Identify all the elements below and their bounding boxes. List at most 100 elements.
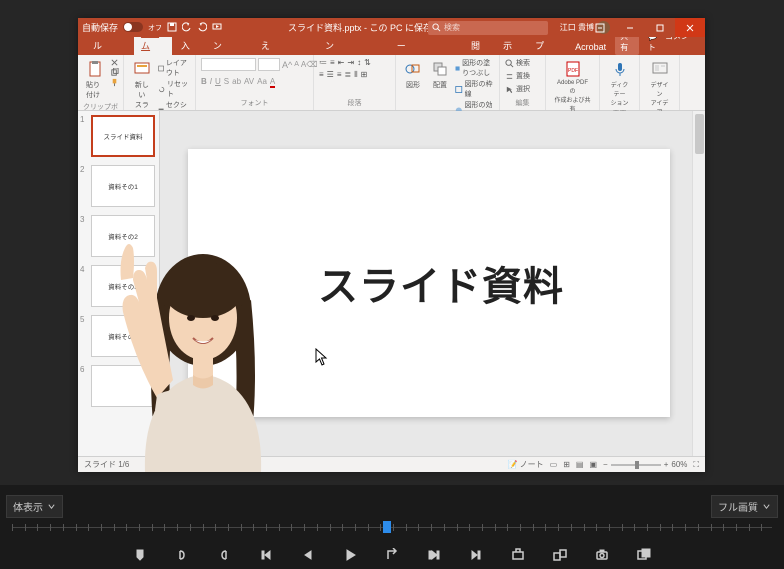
dictate-button[interactable]: ディクテー ション bbox=[605, 58, 634, 109]
document-title: スライド資料.pptx - この PC に保存済み bbox=[288, 21, 450, 34]
view-sorter-button[interactable]: ⊞ bbox=[563, 460, 570, 469]
scrollbar-thumb[interactable] bbox=[695, 114, 704, 154]
maximize-button[interactable] bbox=[645, 18, 675, 37]
step-back-button[interactable] bbox=[300, 547, 316, 563]
thumbnail-1[interactable]: 1スライド資料 bbox=[78, 111, 159, 161]
design-ideas-button[interactable]: デザイン アイデア bbox=[645, 58, 674, 118]
view-reading-button[interactable]: ▤ bbox=[576, 460, 584, 469]
paste-button[interactable]: 貼り付け bbox=[83, 58, 107, 102]
right-dropdown[interactable]: フル画質 bbox=[711, 495, 778, 518]
case-button[interactable]: Aa bbox=[257, 77, 267, 88]
view-slideshow-button[interactable]: ▣ bbox=[589, 460, 597, 469]
underline-button[interactable]: U bbox=[215, 77, 221, 88]
ribbon-options-button[interactable] bbox=[585, 18, 615, 37]
align-center-button[interactable]: ☰ bbox=[327, 70, 334, 80]
export-frame-button[interactable] bbox=[594, 547, 610, 563]
insert-button[interactable] bbox=[510, 547, 526, 563]
status-bar: スライド 1/6 日本語 📝 ノート ▭ ⊞ ▤ ▣ −+60% ⛶ bbox=[78, 456, 705, 472]
language-status[interactable]: 日本語 bbox=[137, 459, 161, 470]
create-pdf-button[interactable]: PDFAdobe PDF の 作成および共有 bbox=[551, 58, 594, 115]
find-button[interactable]: 検索 bbox=[505, 58, 530, 68]
thumbnail-4[interactable]: 4資料その3 bbox=[78, 261, 159, 311]
ribbon-voice: ディクテー ション 音声 bbox=[600, 55, 640, 110]
cut-button[interactable] bbox=[110, 58, 119, 67]
copy-button[interactable] bbox=[110, 68, 119, 77]
shrink-font-button[interactable]: A bbox=[294, 61, 299, 68]
align-right-button[interactable]: ≡ bbox=[337, 70, 342, 80]
step-forward-button[interactable] bbox=[384, 547, 400, 563]
notes-button[interactable]: 📝 ノート bbox=[507, 459, 543, 470]
thumbnail-5[interactable]: 5資料その4 bbox=[78, 311, 159, 361]
text-direction-button[interactable]: ⇅ bbox=[364, 58, 371, 67]
editor-bottom-toolbar: 体表示 フル画質 bbox=[0, 493, 784, 519]
smartart-button[interactable]: ⊞ bbox=[361, 70, 368, 80]
vertical-scrollbar[interactable] bbox=[692, 111, 705, 456]
italic-button[interactable]: I bbox=[210, 77, 212, 88]
zoom-slider[interactable]: −+60% bbox=[603, 460, 687, 469]
spacing-button[interactable]: AV bbox=[244, 77, 254, 88]
in-point-button[interactable] bbox=[174, 547, 190, 563]
font-color-button[interactable]: A bbox=[270, 77, 275, 88]
autosave-label: 自動保存 bbox=[82, 21, 118, 34]
start-show-icon[interactable] bbox=[212, 22, 222, 34]
layout-button[interactable]: レイアウト bbox=[158, 58, 190, 78]
replace-button[interactable]: 置換 bbox=[505, 71, 530, 81]
quick-access-toolbar: 自動保存 オフ bbox=[82, 21, 222, 34]
indent-dec-button[interactable]: ⇤ bbox=[338, 58, 345, 67]
slide-counter[interactable]: スライド 1/6 bbox=[84, 459, 129, 470]
go-to-in-button[interactable] bbox=[258, 547, 274, 563]
transport-controls bbox=[0, 541, 784, 569]
go-to-out-button[interactable] bbox=[468, 547, 484, 563]
work-area: 1スライド資料 2資料その1 3資料その2 4資料その3 5資料その4 6 スラ… bbox=[78, 111, 705, 456]
select-button[interactable]: 選択 bbox=[505, 84, 530, 94]
close-button[interactable] bbox=[675, 18, 705, 37]
undo-icon[interactable] bbox=[182, 22, 192, 34]
thumbnail-2[interactable]: 2資料その1 bbox=[78, 161, 159, 211]
search-box[interactable]: 検索 bbox=[428, 21, 548, 35]
redo-icon[interactable] bbox=[197, 22, 207, 34]
play-in-out-button[interactable] bbox=[426, 547, 442, 563]
indent-inc-button[interactable]: ⇥ bbox=[347, 58, 354, 67]
shadow-button[interactable]: ab bbox=[232, 77, 241, 88]
bullets-button[interactable]: ≔ bbox=[319, 58, 327, 67]
shape-fill-button[interactable]: 図形の塗りつぶし bbox=[455, 58, 494, 78]
shape-outline-button[interactable]: 図形の枠線 bbox=[455, 79, 494, 99]
slide-thumbnails: 1スライド資料 2資料その1 3資料その2 4資料その3 5資料その4 6 bbox=[78, 111, 160, 456]
autosave-toggle[interactable] bbox=[123, 22, 143, 34]
marker-button[interactable] bbox=[132, 547, 148, 563]
slide-canvas[interactable]: スライド資料 bbox=[160, 111, 705, 456]
minimize-button[interactable] bbox=[615, 18, 645, 37]
slide-title-text[interactable]: スライド資料 bbox=[318, 254, 564, 312]
overwrite-button[interactable] bbox=[552, 547, 568, 563]
bold-button[interactable]: B bbox=[201, 77, 207, 88]
reset-button[interactable]: リセット bbox=[158, 79, 190, 99]
safe-margins-button[interactable] bbox=[636, 547, 652, 563]
tab-acrobat[interactable]: Acrobat bbox=[568, 39, 613, 55]
ribbon-slides: 新しい スライド レイアウト リセット セクション スライド bbox=[124, 55, 196, 110]
columns-button[interactable]: ⫴ bbox=[354, 70, 357, 80]
format-painter-button[interactable] bbox=[110, 78, 119, 87]
justify-button[interactable]: ≣ bbox=[345, 70, 352, 80]
font-size-select[interactable] bbox=[258, 58, 280, 71]
font-family-select[interactable] bbox=[201, 58, 256, 71]
timeline[interactable] bbox=[0, 521, 784, 537]
thumbnail-3[interactable]: 3資料その2 bbox=[78, 211, 159, 261]
shapes-button[interactable]: 図形 bbox=[401, 58, 425, 92]
playhead[interactable] bbox=[383, 521, 391, 533]
ribbon-editing: 検索 置換 選択 編集 bbox=[500, 55, 546, 110]
arrange-button[interactable]: 配置 bbox=[428, 58, 452, 92]
fit-window-button[interactable]: ⛶ bbox=[693, 460, 699, 470]
left-dropdown[interactable]: 体表示 bbox=[6, 495, 63, 518]
thumbnail-6[interactable]: 6 bbox=[78, 361, 159, 411]
numbering-button[interactable]: ≡ bbox=[330, 58, 335, 67]
save-icon[interactable] bbox=[167, 22, 177, 34]
align-left-button[interactable]: ≡ bbox=[319, 70, 324, 80]
line-spacing-button[interactable]: ↕ bbox=[357, 58, 361, 67]
play-button[interactable] bbox=[342, 547, 358, 563]
out-point-button[interactable] bbox=[216, 547, 232, 563]
grow-font-button[interactable]: A^ bbox=[282, 60, 292, 70]
strike-button[interactable]: S bbox=[224, 77, 229, 88]
ribbon-designer: デザイン アイデア デザイナー bbox=[640, 55, 680, 110]
view-normal-button[interactable]: ▭ bbox=[550, 460, 558, 469]
slide-page[interactable]: スライド資料 bbox=[188, 149, 670, 417]
